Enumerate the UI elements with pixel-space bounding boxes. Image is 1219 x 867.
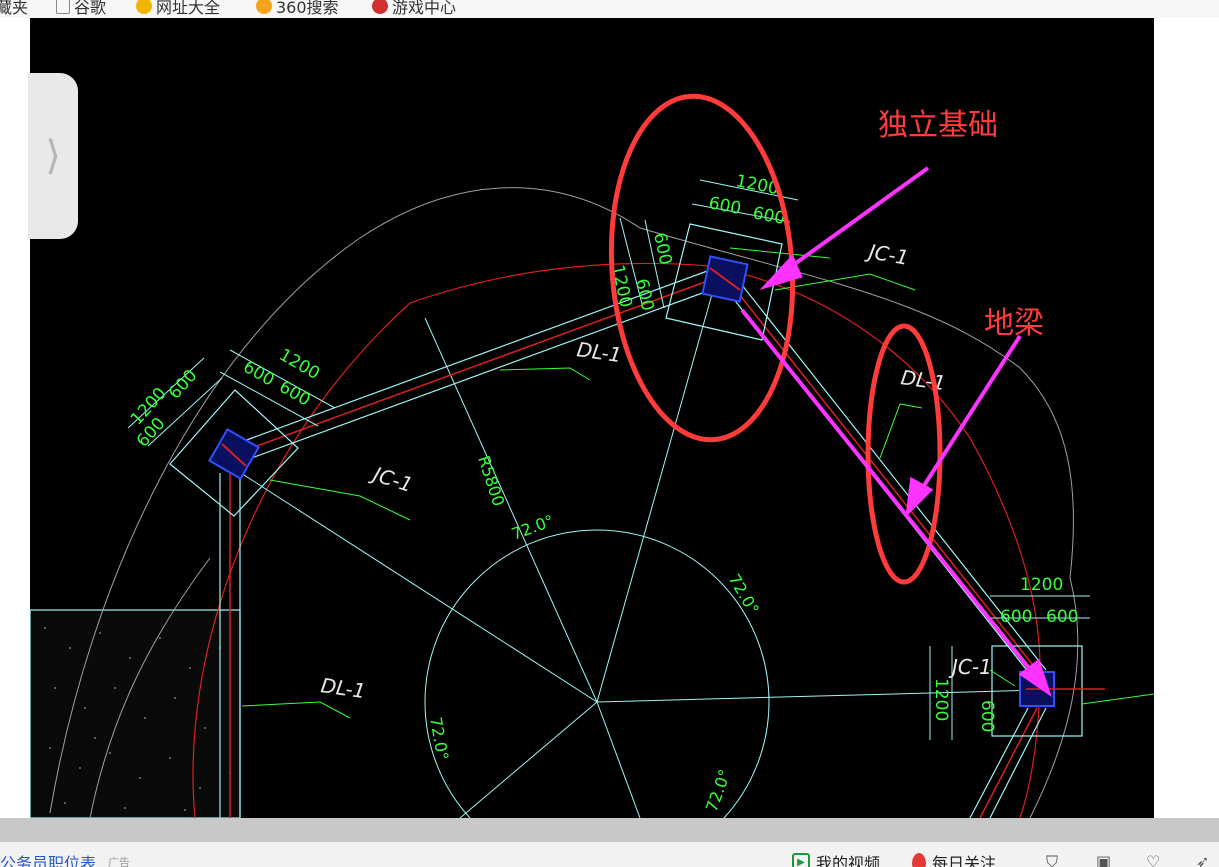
bookmark-favorites[interactable]: 藏夹 xyxy=(0,0,28,18)
foundation-label: JC-1 xyxy=(863,239,910,270)
annotation-circle-foundation xyxy=(608,93,796,443)
foundation-label: JC-1 xyxy=(948,655,992,679)
angle-label: 72.0° xyxy=(426,715,452,761)
horizontal-scrollbar[interactable] xyxy=(0,818,1219,842)
search-icon xyxy=(256,0,272,14)
angle-label: 72.0° xyxy=(509,511,556,544)
page-margin-right xyxy=(1154,18,1219,818)
my-videos-label: 我的视频 xyxy=(816,854,881,867)
dim-label: 600 xyxy=(977,700,997,732)
bookmark-google[interactable]: 谷歌 xyxy=(56,0,106,18)
bookmark-label: 网址大全 xyxy=(156,0,221,17)
bookmark-360-search[interactable]: 360搜索 xyxy=(256,0,339,18)
shield-icon[interactable]: ⛉ xyxy=(1046,852,1066,867)
dim-label: 600 xyxy=(649,231,675,267)
foundation-label: JC-1 xyxy=(367,461,416,497)
image-icon[interactable]: ▣ xyxy=(1096,852,1116,867)
daily-follow-label: 每日关注 xyxy=(932,854,997,867)
dim-label: 600 xyxy=(707,193,743,219)
foundation-top xyxy=(665,223,831,341)
daily-follow-button[interactable]: 每日关注 xyxy=(912,850,996,867)
rocket-icon[interactable]: ➶ xyxy=(1196,852,1216,867)
bookmark-label: 藏夹 xyxy=(0,0,29,17)
angle-label: 72.0° xyxy=(702,767,735,814)
bookmark-label: 谷歌 xyxy=(74,0,107,17)
dim-label: 600 xyxy=(165,366,202,403)
radius-label: R5800 xyxy=(474,453,508,508)
annotation-beam-text: 地梁 xyxy=(984,306,1044,341)
beam-label: DL-1 xyxy=(899,365,947,395)
game-icon xyxy=(372,0,388,14)
page-margin-left xyxy=(0,18,30,818)
dim-label: 1200 xyxy=(276,345,323,384)
dim-label: 1200 xyxy=(931,678,951,721)
dim-label: 600 xyxy=(1046,607,1078,627)
chevron-right-icon: ⟩ xyxy=(45,133,61,179)
ad-badge: 广告 xyxy=(108,856,130,867)
dim-label: 600 xyxy=(1000,607,1032,627)
bookmarks-bar: 藏夹 谷歌 网址大全 360搜索 游戏中心 xyxy=(0,0,1219,18)
status-bar: 公务员职位表 广告 ▶ 我的视频 每日关注 ⛉ ▣ ♡ ➶ xyxy=(0,842,1219,867)
flame-icon xyxy=(912,853,926,867)
angle-label: 72.0° xyxy=(725,571,763,618)
globe-icon xyxy=(136,0,152,14)
heart-icon[interactable]: ♡ xyxy=(1146,852,1166,867)
bookmark-site-directory[interactable]: 网址大全 xyxy=(136,0,220,18)
bookmark-label: 游戏中心 xyxy=(392,0,457,17)
ad-link[interactable]: 公务员职位表 xyxy=(0,850,96,867)
beam-label: DL-1 xyxy=(319,673,367,703)
doc-icon xyxy=(56,0,70,14)
beam-label: DL-1 xyxy=(575,337,623,367)
dim-label: 1200 xyxy=(1020,575,1063,595)
play-icon: ▶ xyxy=(792,853,810,867)
bookmark-label: 360搜索 xyxy=(276,0,339,17)
hatched-area xyxy=(30,609,241,818)
annotation-foundation-text: 独立基础 xyxy=(878,108,998,143)
my-videos-button[interactable]: ▶ 我的视频 xyxy=(792,850,880,867)
side-panel-toggle[interactable]: ⟩ xyxy=(28,73,78,239)
bookmark-game-center[interactable]: 游戏中心 xyxy=(372,0,456,18)
